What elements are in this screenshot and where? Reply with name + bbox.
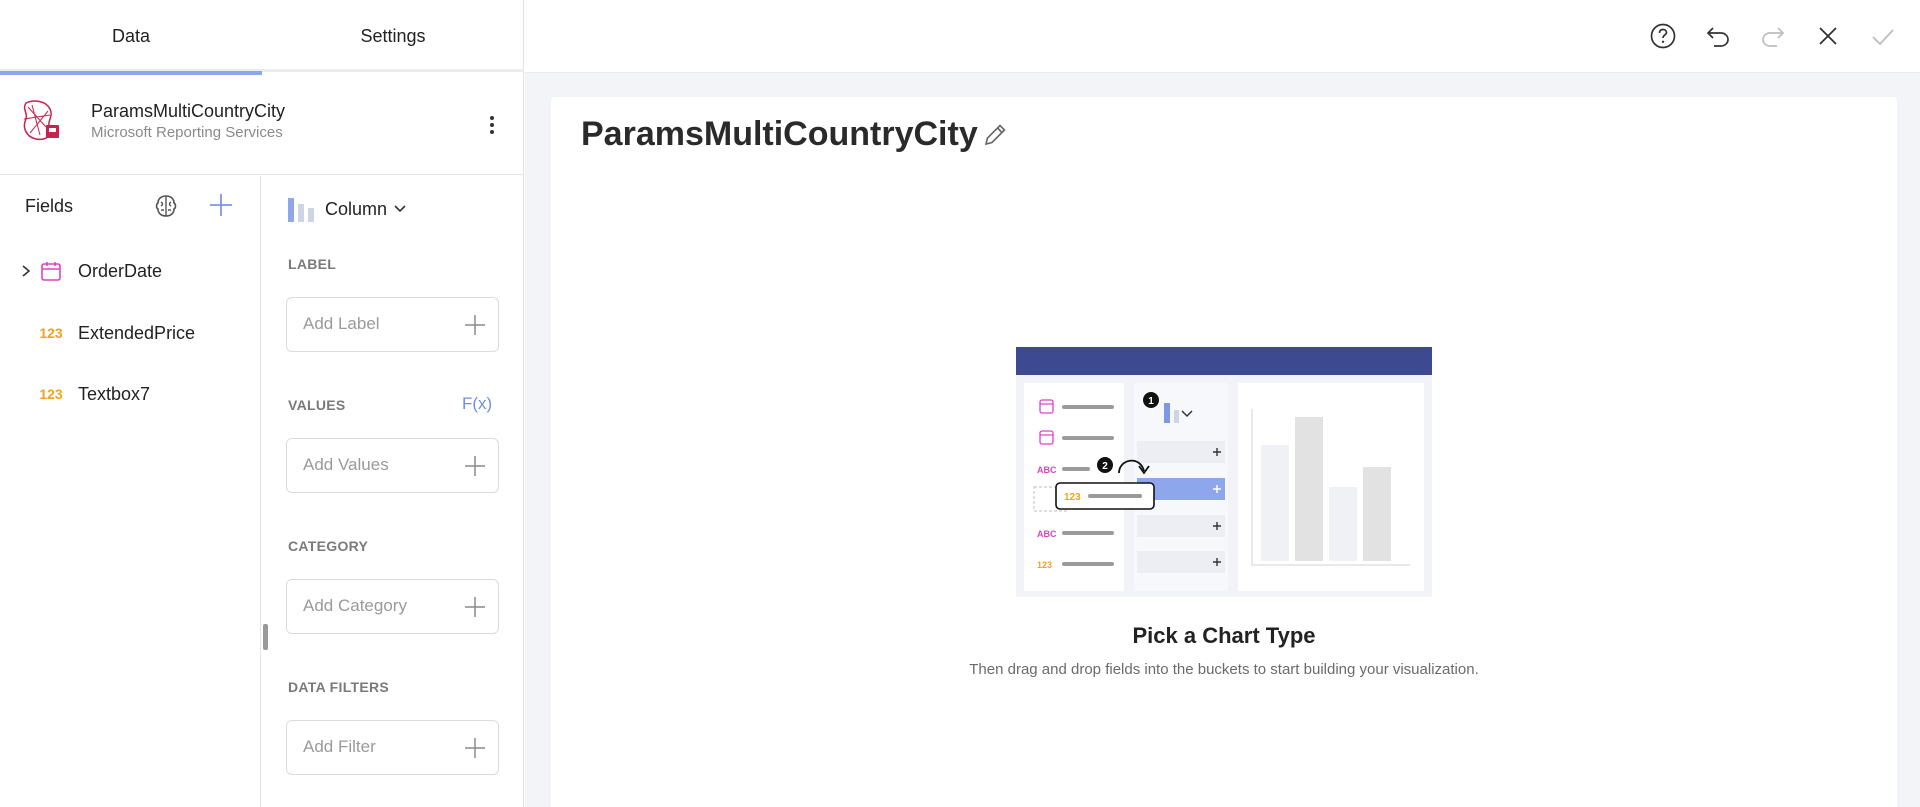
ssrs-logo-icon [23, 100, 59, 141]
editor-toolbar [525, 0, 1920, 73]
fields-title: Fields [25, 196, 74, 216]
field-name: Textbox7 [78, 383, 151, 404]
number-type-icon: 123 [39, 386, 63, 402]
number-type-icon: 123 [39, 325, 63, 341]
buckets-panel: Column LABEL Add Label VALUES F(x) Add V… [262, 176, 524, 807]
redo-icon[interactable] [1759, 22, 1787, 50]
label-bucket-title: LABEL [288, 256, 337, 272]
visualization-canvas: ParamsMultiCountryCity ABC ABC 123 1 123… [551, 97, 1897, 807]
datasource-header: ParamsMultiCountryCity Microsoft Reporti… [0, 75, 524, 175]
add-filter-bucket[interactable]: Add Filter [286, 720, 499, 775]
chart-builder-illustration: ABC ABC 123 1 123 2 [1016, 347, 1432, 597]
field-item-textbox7[interactable]: 123 Textbox7 [0, 374, 261, 414]
more-options-icon[interactable] [480, 111, 504, 139]
bucket-placeholder: Add Label [303, 314, 380, 333]
svg-text:123: 123 [1037, 560, 1052, 570]
data-editor-panel: Data Settings ParamsMultiCountryCity Mic… [0, 0, 524, 807]
plus-icon [465, 456, 485, 476]
chevron-right-icon[interactable] [19, 263, 33, 279]
field-name: OrderDate [78, 260, 163, 281]
plus-icon [465, 738, 485, 758]
svg-text:ABC: ABC [1037, 529, 1057, 539]
add-label-bucket[interactable]: Add Label [286, 297, 499, 352]
values-bucket-title: VALUES [288, 397, 346, 413]
field-item-orderdate[interactable]: OrderDate [0, 251, 261, 291]
filters-bucket-title: DATA FILTERS [288, 679, 390, 695]
add-field-icon[interactable] [208, 192, 234, 218]
close-icon[interactable] [1814, 22, 1842, 50]
visualization-area: ParamsMultiCountryCity ABC ABC 123 1 123… [525, 0, 1920, 807]
confirm-icon[interactable] [1869, 22, 1897, 50]
chevron-down-icon [394, 205, 406, 213]
field-name: ExtendedPrice [78, 322, 196, 343]
svg-text:ABC: ABC [1037, 465, 1057, 475]
undo-icon[interactable] [1704, 22, 1732, 50]
app-window: Data Settings ParamsMultiCountryCity Mic… [0, 0, 1920, 807]
tab-settings[interactable]: Settings [262, 0, 524, 72]
empty-state-title: Pick a Chart Type [1132, 623, 1316, 648]
bucket-placeholder: Add Values [303, 455, 389, 474]
tab-data[interactable]: Data [0, 0, 262, 75]
svg-text:1: 1 [1148, 396, 1154, 407]
empty-state-subtitle: Then drag and drop fields into the bucke… [969, 661, 1479, 678]
chart-type-label: Column [325, 198, 388, 219]
bucket-placeholder: Add Category [303, 596, 407, 615]
plus-icon [465, 597, 485, 617]
help-icon[interactable] [1649, 22, 1677, 50]
plus-icon [465, 315, 485, 335]
column-chart-icon [288, 198, 314, 222]
add-values-bucket[interactable]: Add Values [286, 438, 499, 493]
bucket-placeholder: Add Filter [303, 737, 376, 756]
panel-tabs: Data Settings [0, 0, 524, 75]
datasource-type: Microsoft Reporting Services [91, 124, 283, 141]
fields-list-panel: Fields OrderDate 123 ExtendedPrice 123 T… [0, 176, 261, 807]
field-item-extendedprice[interactable]: 123 ExtendedPrice [0, 313, 261, 353]
datasource-name: ParamsMultiCountryCity [91, 101, 286, 121]
category-bucket-title: CATEGORY [288, 538, 369, 554]
add-category-bucket[interactable]: Add Category [286, 579, 499, 634]
svg-text:123: 123 [1064, 492, 1081, 503]
formula-button[interactable]: F(x) [462, 394, 492, 414]
brain-icon[interactable] [152, 192, 180, 220]
pencil-icon[interactable] [981, 121, 1009, 149]
chart-type-dropdown[interactable]: Column [287, 196, 407, 222]
svg-text:2: 2 [1102, 461, 1108, 472]
calendar-icon [38, 259, 64, 283]
visualization-title[interactable]: ParamsMultiCountryCity [581, 115, 978, 154]
